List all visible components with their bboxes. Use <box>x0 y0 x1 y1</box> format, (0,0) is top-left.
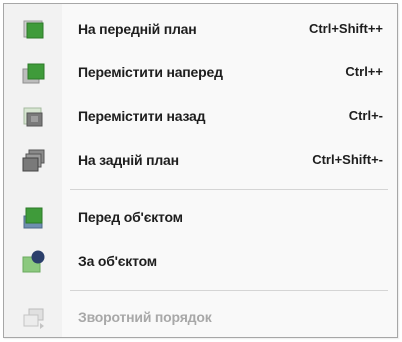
menu-item-label: На передній план <box>78 21 197 37</box>
menu-item-shortcut: Ctrl++ <box>345 64 383 79</box>
menu-item-send-backward[interactable]: Перемістити назад Ctrl+- <box>4 101 397 133</box>
menu-item-label: Перемістити назад <box>78 108 206 124</box>
menu-separator <box>70 189 388 190</box>
send-to-back-icon <box>20 148 48 174</box>
menu-item-label: За об'єктом <box>78 253 157 269</box>
menu-item-shortcut: Ctrl+Shift++ <box>308 21 383 36</box>
menu-item-label: Перед об'єктом <box>78 209 183 225</box>
menu-item-label: На задній план <box>78 152 179 168</box>
reverse-order-icon <box>20 305 48 331</box>
bring-to-front-icon <box>20 17 48 43</box>
behind-object-icon <box>20 249 48 275</box>
menu-item-shortcut: Ctrl+Shift+- <box>312 152 383 167</box>
menu-item-send-to-back[interactable]: На задній план Ctrl+Shift+- <box>4 145 397 177</box>
menu-item-reverse-order: Зворотний порядок <box>4 302 397 334</box>
menu-item-in-front-of-object[interactable]: Перед об'єктом <box>4 202 397 234</box>
menu-item-bring-to-front[interactable]: На передній план Ctrl+Shift++ <box>4 14 397 46</box>
in-front-of-object-icon <box>20 205 48 231</box>
menu-item-shortcut: Ctrl+- <box>348 108 383 123</box>
menu-item-bring-forward[interactable]: Перемістити наперед Ctrl++ <box>4 57 397 89</box>
menu-separator <box>70 290 388 291</box>
send-backward-icon <box>20 104 48 130</box>
arrange-context-menu: На передній план Ctrl+Shift++ Перемістит… <box>3 3 398 338</box>
bring-forward-icon <box>20 60 48 86</box>
menu-item-label: Зворотний порядок <box>78 309 212 325</box>
menu-item-behind-object[interactable]: За об'єктом <box>4 246 397 278</box>
menu-item-label: Перемістити наперед <box>78 64 223 80</box>
